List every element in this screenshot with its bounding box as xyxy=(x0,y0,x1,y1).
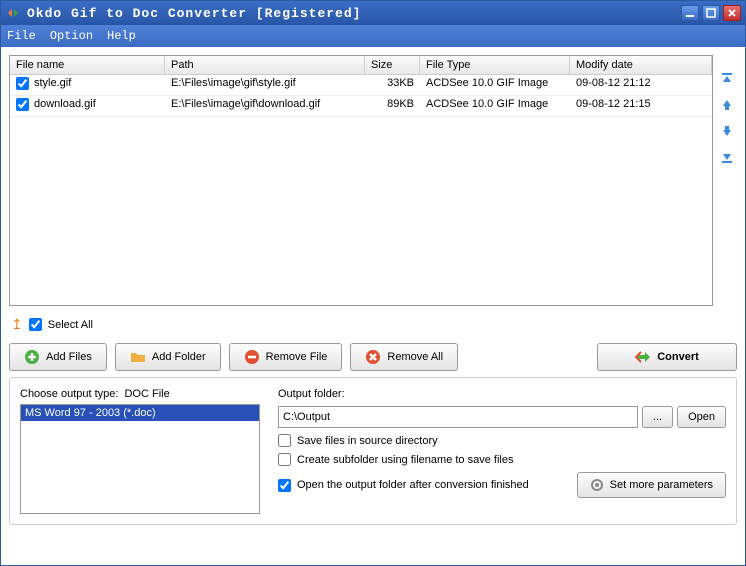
checkbox-label: Save files in source directory xyxy=(297,435,438,447)
plus-icon xyxy=(24,349,40,365)
option-save-source: Save files in source directory xyxy=(278,434,726,447)
btn-label: Add Folder xyxy=(152,351,206,363)
convert-button[interactable]: Convert xyxy=(597,343,737,371)
btn-label: Set more parameters xyxy=(610,479,713,491)
output-type-current: DOC File xyxy=(124,388,169,400)
checkbox-label: Open the output folder after conversion … xyxy=(297,479,529,491)
open-folder-button[interactable]: Open xyxy=(677,406,726,428)
cell-type: ACDSee 10.0 GIF Image xyxy=(420,75,570,95)
up-arrow-icon: ↥ xyxy=(11,316,23,333)
gear-icon xyxy=(590,478,604,492)
maximize-button[interactable] xyxy=(702,5,720,21)
selectall-row: ↥ Select All xyxy=(9,312,737,337)
col-header-name[interactable]: File name xyxy=(10,56,165,74)
output-type-label: Choose output type: xyxy=(20,388,118,400)
cell-name: download.gif xyxy=(28,96,165,116)
move-top-button[interactable] xyxy=(719,71,735,87)
selectall-checkbox[interactable] xyxy=(29,318,42,331)
app-window: Okdo Gif to Doc Converter [Registered] F… xyxy=(0,0,746,566)
cell-type: ACDSee 10.0 GIF Image xyxy=(420,96,570,116)
app-icon xyxy=(5,5,21,21)
close-button[interactable] xyxy=(723,5,741,21)
move-down-button[interactable] xyxy=(719,123,735,139)
btn-label: Remove All xyxy=(387,351,443,363)
row-checkbox-cell[interactable] xyxy=(10,75,28,95)
add-folder-button[interactable]: Add Folder xyxy=(115,343,221,371)
folder-icon xyxy=(130,349,146,365)
btn-label: Add Files xyxy=(46,351,92,363)
remove-all-button[interactable]: Remove All xyxy=(350,343,458,371)
toolbar-buttons: Add Files Add Folder Remove File Remove … xyxy=(9,343,737,371)
btn-label: Remove File xyxy=(266,351,328,363)
col-header-type[interactable]: File Type xyxy=(420,56,570,74)
content-area: File name Path Size File Type Modify dat… xyxy=(1,47,745,565)
option-create-subfolder: Create subfolder using filename to save … xyxy=(278,453,726,466)
move-bottom-button[interactable] xyxy=(719,149,735,165)
file-table-header: File name Path Size File Type Modify dat… xyxy=(10,56,712,75)
file-list-area: File name Path Size File Type Modify dat… xyxy=(9,55,737,306)
browse-button[interactable]: ... xyxy=(642,406,673,428)
minimize-button[interactable] xyxy=(681,5,699,21)
selectall-label: Select All xyxy=(48,319,93,331)
col-header-path[interactable]: Path xyxy=(165,56,365,74)
set-more-parameters-button[interactable]: Set more parameters xyxy=(577,472,726,498)
output-type-item[interactable]: MS Word 97 - 2003 (*.doc) xyxy=(21,405,259,421)
output-folder-label: Output folder: xyxy=(278,388,726,400)
output-type-list[interactable]: MS Word 97 - 2003 (*.doc) xyxy=(20,404,260,514)
x-icon xyxy=(365,349,381,365)
cell-path: E:\Files\image\gif\download.gif xyxy=(165,96,365,116)
cell-size: 89KB xyxy=(365,96,420,116)
output-folder-row: ... Open xyxy=(278,406,726,428)
col-header-date[interactable]: Modify date xyxy=(570,56,712,74)
option-open-after: Open the output folder after conversion … xyxy=(278,479,529,492)
cell-date: 09-08-12 21:12 xyxy=(570,75,712,95)
window-controls xyxy=(681,5,741,21)
window-title: Okdo Gif to Doc Converter [Registered] xyxy=(27,6,681,21)
convert-icon xyxy=(635,349,651,365)
titlebar: Okdo Gif to Doc Converter [Registered] xyxy=(1,1,745,25)
file-table-body[interactable]: style.gif E:\Files\image\gif\style.gif 3… xyxy=(10,75,712,305)
menu-file[interactable]: File xyxy=(7,29,36,43)
file-table: File name Path Size File Type Modify dat… xyxy=(9,55,713,306)
cell-date: 09-08-12 21:15 xyxy=(570,96,712,116)
output-type-header: Choose output type: DOC File xyxy=(20,388,260,400)
btn-label: Convert xyxy=(657,351,699,363)
output-type-section: Choose output type: DOC File MS Word 97 … xyxy=(20,388,260,514)
minus-icon xyxy=(244,349,260,365)
open-after-checkbox[interactable] xyxy=(278,479,291,492)
row-checkbox-cell[interactable] xyxy=(10,96,28,116)
cell-name: style.gif xyxy=(28,75,165,95)
cell-path: E:\Files\image\gif\style.gif xyxy=(165,75,365,95)
save-source-checkbox[interactable] xyxy=(278,434,291,447)
output-panel: Choose output type: DOC File MS Word 97 … xyxy=(9,377,737,525)
checkbox-label: Create subfolder using filename to save … xyxy=(297,454,513,466)
remove-file-button[interactable]: Remove File xyxy=(229,343,343,371)
cell-size: 33KB xyxy=(365,75,420,95)
add-files-button[interactable]: Add Files xyxy=(9,343,107,371)
reorder-arrows xyxy=(717,55,737,306)
menu-help[interactable]: Help xyxy=(107,29,136,43)
move-up-button[interactable] xyxy=(719,97,735,113)
create-subfolder-checkbox[interactable] xyxy=(278,453,291,466)
col-header-size[interactable]: Size xyxy=(365,56,420,74)
table-row[interactable]: style.gif E:\Files\image\gif\style.gif 3… xyxy=(10,75,712,96)
output-options-section: Output folder: ... Open Save files in so… xyxy=(278,388,726,514)
table-row[interactable]: download.gif E:\Files\image\gif\download… xyxy=(10,96,712,117)
menu-option[interactable]: Option xyxy=(50,29,93,43)
output-folder-input[interactable] xyxy=(278,406,638,428)
menubar: File Option Help xyxy=(1,25,745,47)
